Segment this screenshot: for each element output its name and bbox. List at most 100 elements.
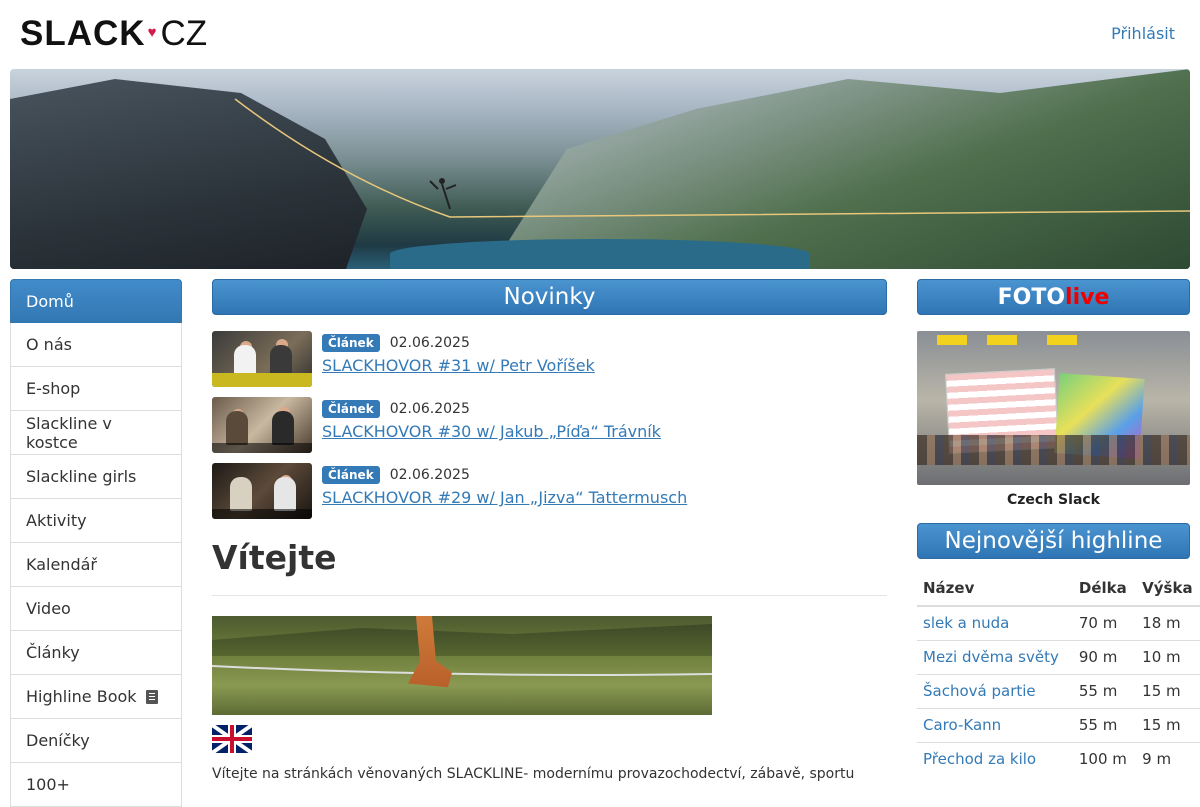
sidebar-item-diaries[interactable]: Deníčky xyxy=(10,719,182,763)
sidebar-item-label: Kalendář xyxy=(26,555,97,574)
main-content: Novinky Článek 02.06.2025 SLACKHOVOR #31… xyxy=(212,279,887,782)
heart-icon: ♥ xyxy=(147,23,157,41)
sidebar-item-about[interactable]: O nás xyxy=(10,323,182,367)
person-figure xyxy=(230,477,252,511)
taxi-sign xyxy=(1047,335,1077,345)
sidebar-item-label: Aktivity xyxy=(26,511,87,530)
hero-banner xyxy=(10,69,1190,269)
news-header: Novinky xyxy=(212,279,887,315)
sidebar-item-video[interactable]: Video xyxy=(10,587,182,631)
highline-length: 55 m xyxy=(1072,707,1137,742)
sidebar-item-label: E-shop xyxy=(26,379,81,398)
logo-text: SLACK xyxy=(20,14,146,53)
english-flag-icon[interactable] xyxy=(212,725,252,753)
highline-height: 15 m xyxy=(1136,707,1200,742)
highline-name-cell: slek a nuda xyxy=(917,605,1073,640)
intro-text: Vítejte na stránkách věnovaných SLACKLIN… xyxy=(212,766,855,782)
person-figure xyxy=(226,411,248,445)
foto-live-header: FOTO live xyxy=(917,279,1190,315)
sidebar-item-slackline-basics[interactable]: Slackline v kostce xyxy=(10,411,182,455)
sidebar-item-label: Highline Book xyxy=(26,687,137,706)
highline-height: 10 m xyxy=(1136,639,1200,674)
news-meta: Článek 02.06.2025 xyxy=(322,334,595,352)
thumbnail-caption-bar xyxy=(212,373,312,387)
site-logo[interactable]: SLACK ♥ CZ xyxy=(20,14,207,54)
news-date: 02.06.2025 xyxy=(389,467,470,483)
highline-link[interactable]: Mezi dvěma světy xyxy=(923,648,1059,666)
list-item: Článek 02.06.2025 SLACKHOVOR #29 w/ Jan … xyxy=(212,463,887,520)
sidebar-item-label: Deníčky xyxy=(26,731,90,750)
news-title-link[interactable]: SLACKHOVOR #29 w/ Jan „Jizva“ Tattermusc… xyxy=(322,488,687,507)
highline-name-cell: Caro-Kann xyxy=(917,707,1073,742)
hero-highline xyxy=(234,98,1190,218)
sidebar-item-label: O nás xyxy=(26,335,72,354)
table-row: Mezi dvěma světy 90 m 10 m xyxy=(917,639,1200,674)
highline-height: 18 m xyxy=(1136,605,1200,640)
book-icon xyxy=(145,689,158,704)
news-body: Článek 02.06.2025 SLACKHOVOR #30 w/ Jaku… xyxy=(322,397,661,454)
table-row: Přechod za kilo 100 m 9 m xyxy=(917,741,1200,776)
sidebar-nav: Domů O nás E-shop Slackline v kostce Sla… xyxy=(10,279,182,807)
sidebar-item-label: Články xyxy=(26,643,80,662)
highline-table: Název Délka Výška slek a nuda 70 m 18 m … xyxy=(917,571,1200,776)
category-badge[interactable]: Článek xyxy=(322,466,380,484)
sidebar-item-label: 100+ xyxy=(26,775,70,794)
news-date: 02.06.2025 xyxy=(389,335,470,351)
table-row: Šachová partie 55 m 15 m xyxy=(917,673,1200,708)
login-link[interactable]: Přihlásit xyxy=(1111,24,1175,43)
sidebar-item-slackline-girls[interactable]: Slackline girls xyxy=(10,455,182,499)
sidebar-item-label: Slackline v kostce xyxy=(26,413,112,452)
category-badge[interactable]: Článek xyxy=(322,334,380,352)
foto-live-photo[interactable] xyxy=(917,331,1190,485)
sidebar-item-activities[interactable]: Aktivity xyxy=(10,499,182,543)
highline-length: 100 m xyxy=(1072,741,1137,776)
live-label: live xyxy=(1065,284,1110,310)
news-meta: Článek 02.06.2025 xyxy=(322,466,687,484)
highline-length: 90 m xyxy=(1072,639,1137,674)
image-slackline xyxy=(212,665,712,676)
table-row: Caro-Kann 55 m 15 m xyxy=(917,707,1200,742)
column-header-length: Délka xyxy=(1072,571,1137,607)
thumbnail-caption-bar xyxy=(212,509,312,519)
logo-suffix: CZ xyxy=(160,14,208,53)
sidebar-item-highline-book[interactable]: Highline Book xyxy=(10,675,182,719)
sidebar-item-label: Domů xyxy=(26,291,74,311)
column-header-name: Název xyxy=(917,571,1073,607)
news-title-link[interactable]: SLACKHOVOR #30 w/ Jakub „Píďa“ Trávník xyxy=(322,422,661,441)
sidebar-item-home[interactable]: Domů xyxy=(10,279,182,323)
photo-caption: Czech Slack xyxy=(1007,492,1100,508)
table-row: slek a nuda 70 m 18 m xyxy=(917,605,1200,640)
news-thumbnail[interactable] xyxy=(212,397,312,453)
sidebar-item-articles[interactable]: Články xyxy=(10,631,182,675)
person-figure xyxy=(274,477,296,511)
highline-height: 15 m xyxy=(1136,673,1200,708)
sidebar-item-label: Video xyxy=(26,599,71,618)
highline-name-cell: Přechod za kilo xyxy=(917,741,1073,776)
news-title-link[interactable]: SLACKHOVOR #31 w/ Petr Voříšek xyxy=(322,356,595,375)
photo-crowd xyxy=(917,435,1190,465)
news-body: Článek 02.06.2025 SLACKHOVOR #29 w/ Jan … xyxy=(322,463,687,520)
news-meta: Článek 02.06.2025 xyxy=(322,400,661,418)
column-header-height: Výška xyxy=(1136,571,1200,607)
highline-name-cell: Mezi dvěma světy xyxy=(917,639,1073,674)
sidebar-item-calendar[interactable]: Kalendář xyxy=(10,543,182,587)
foto-label: FOTO xyxy=(997,284,1066,310)
news-thumbnail[interactable] xyxy=(212,463,312,519)
right-column: FOTO live Czech Slack Nejnovější highline… xyxy=(917,279,1200,776)
highline-link[interactable]: slek a nuda xyxy=(923,614,1009,632)
highline-name-cell: Šachová partie xyxy=(917,673,1073,708)
highline-length: 70 m xyxy=(1072,605,1137,640)
news-thumbnail[interactable] xyxy=(212,331,312,387)
highline-header: Nejnovější highline xyxy=(917,523,1190,559)
category-badge[interactable]: Článek xyxy=(322,400,380,418)
header: SLACK ♥ CZ Přihlásit xyxy=(0,0,1200,69)
news-list: Článek 02.06.2025 SLACKHOVOR #31 w/ Petr… xyxy=(212,331,887,520)
highline-link[interactable]: Caro-Kann xyxy=(923,716,1001,734)
highline-link[interactable]: Přechod za kilo xyxy=(923,750,1036,768)
list-item: Článek 02.06.2025 SLACKHOVOR #30 w/ Jaku… xyxy=(212,397,887,454)
table-header-row: Název Délka Výška xyxy=(917,571,1200,607)
highline-link[interactable]: Šachová partie xyxy=(923,682,1036,700)
taxi-sign xyxy=(937,335,967,345)
sidebar-item-100plus[interactable]: 100+ xyxy=(10,763,182,807)
sidebar-item-eshop[interactable]: E-shop xyxy=(10,367,182,411)
